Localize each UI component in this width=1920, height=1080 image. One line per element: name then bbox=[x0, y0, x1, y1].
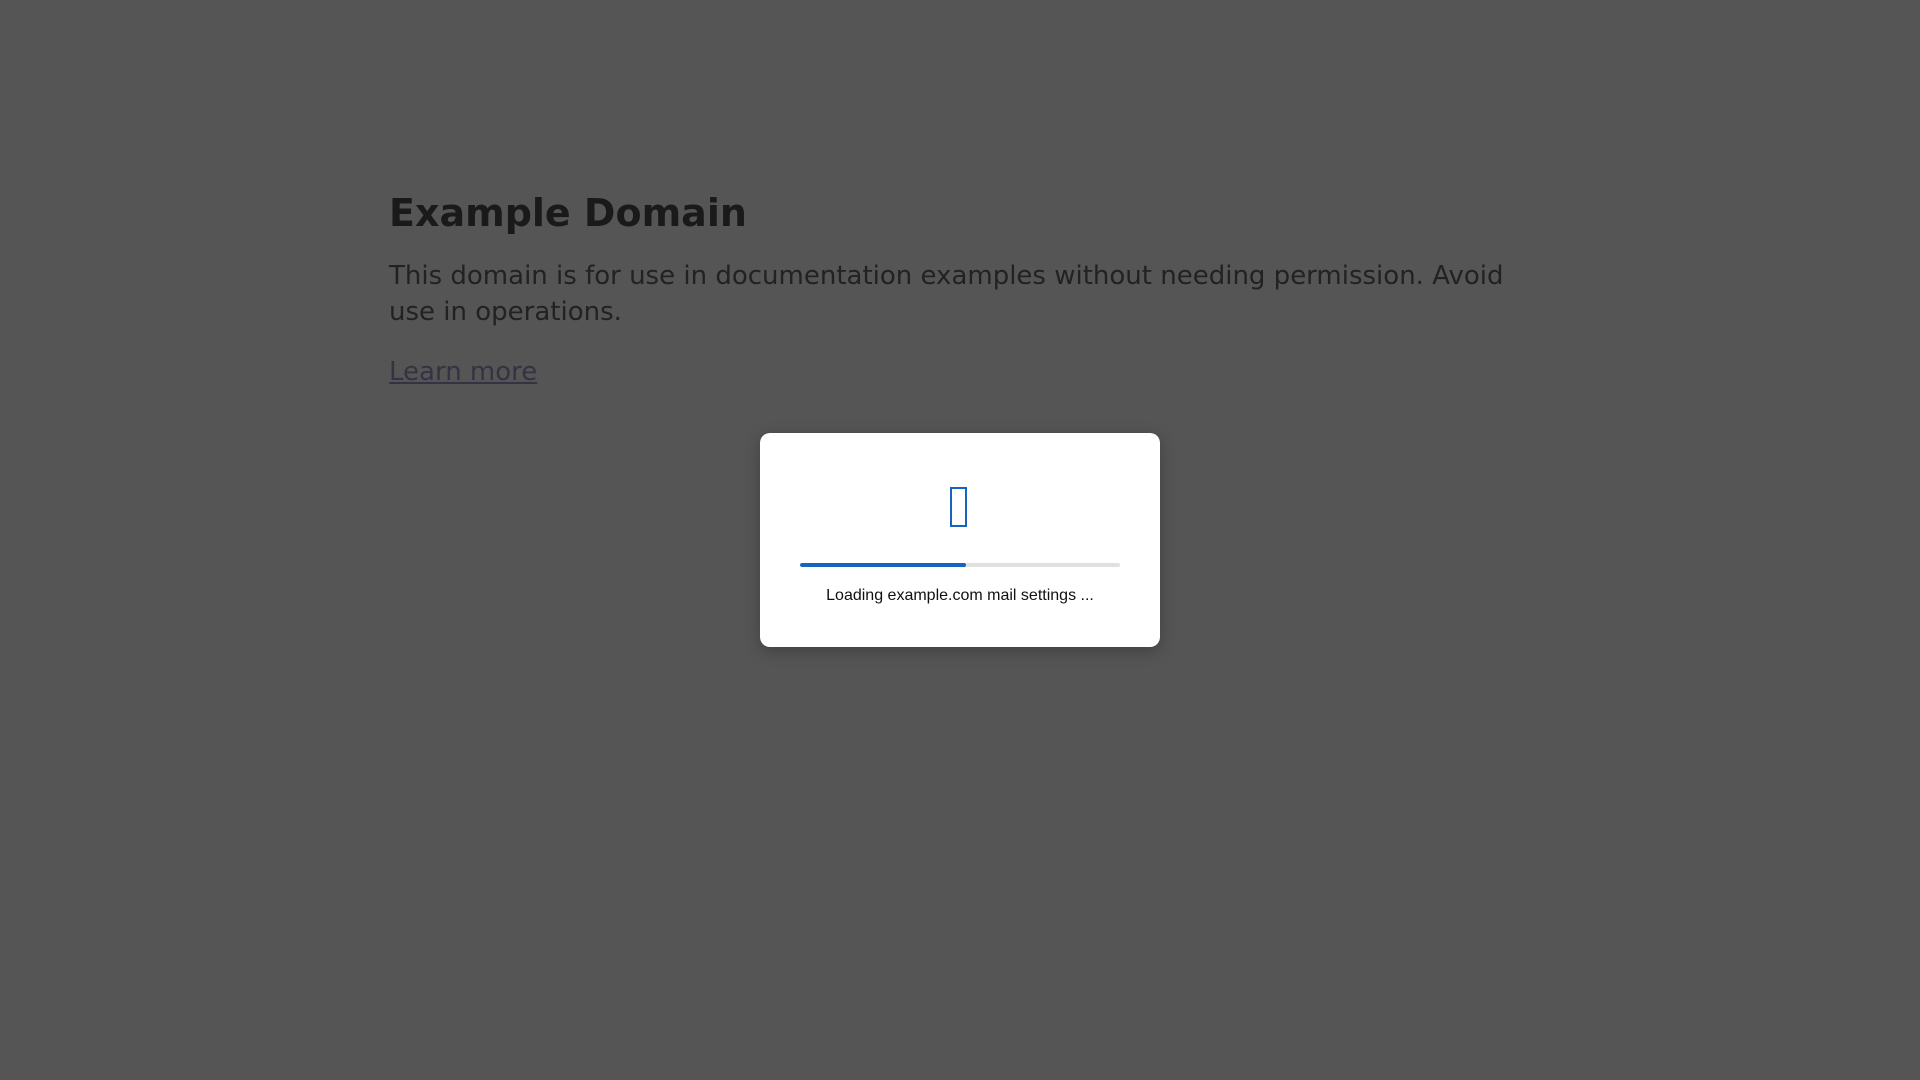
page-content: Example Domain This domain is for use in… bbox=[389, 188, 1529, 390]
loading-dialog: Loading example.com mail settings ... bbox=[760, 433, 1160, 647]
loading-message: Loading example.com mail settings ... bbox=[826, 587, 1094, 604]
page-description: This domain is for use in documentation … bbox=[389, 261, 1504, 327]
learn-more-link[interactable]: Learn more bbox=[389, 357, 537, 387]
loading-glyph-icon bbox=[950, 487, 967, 527]
page-title: Example Domain bbox=[389, 191, 747, 235]
page-overlay: Example Domain This domain is for use in… bbox=[0, 0, 1920, 1080]
progress-bar-fill bbox=[800, 563, 967, 567]
progress-bar bbox=[800, 563, 1120, 567]
